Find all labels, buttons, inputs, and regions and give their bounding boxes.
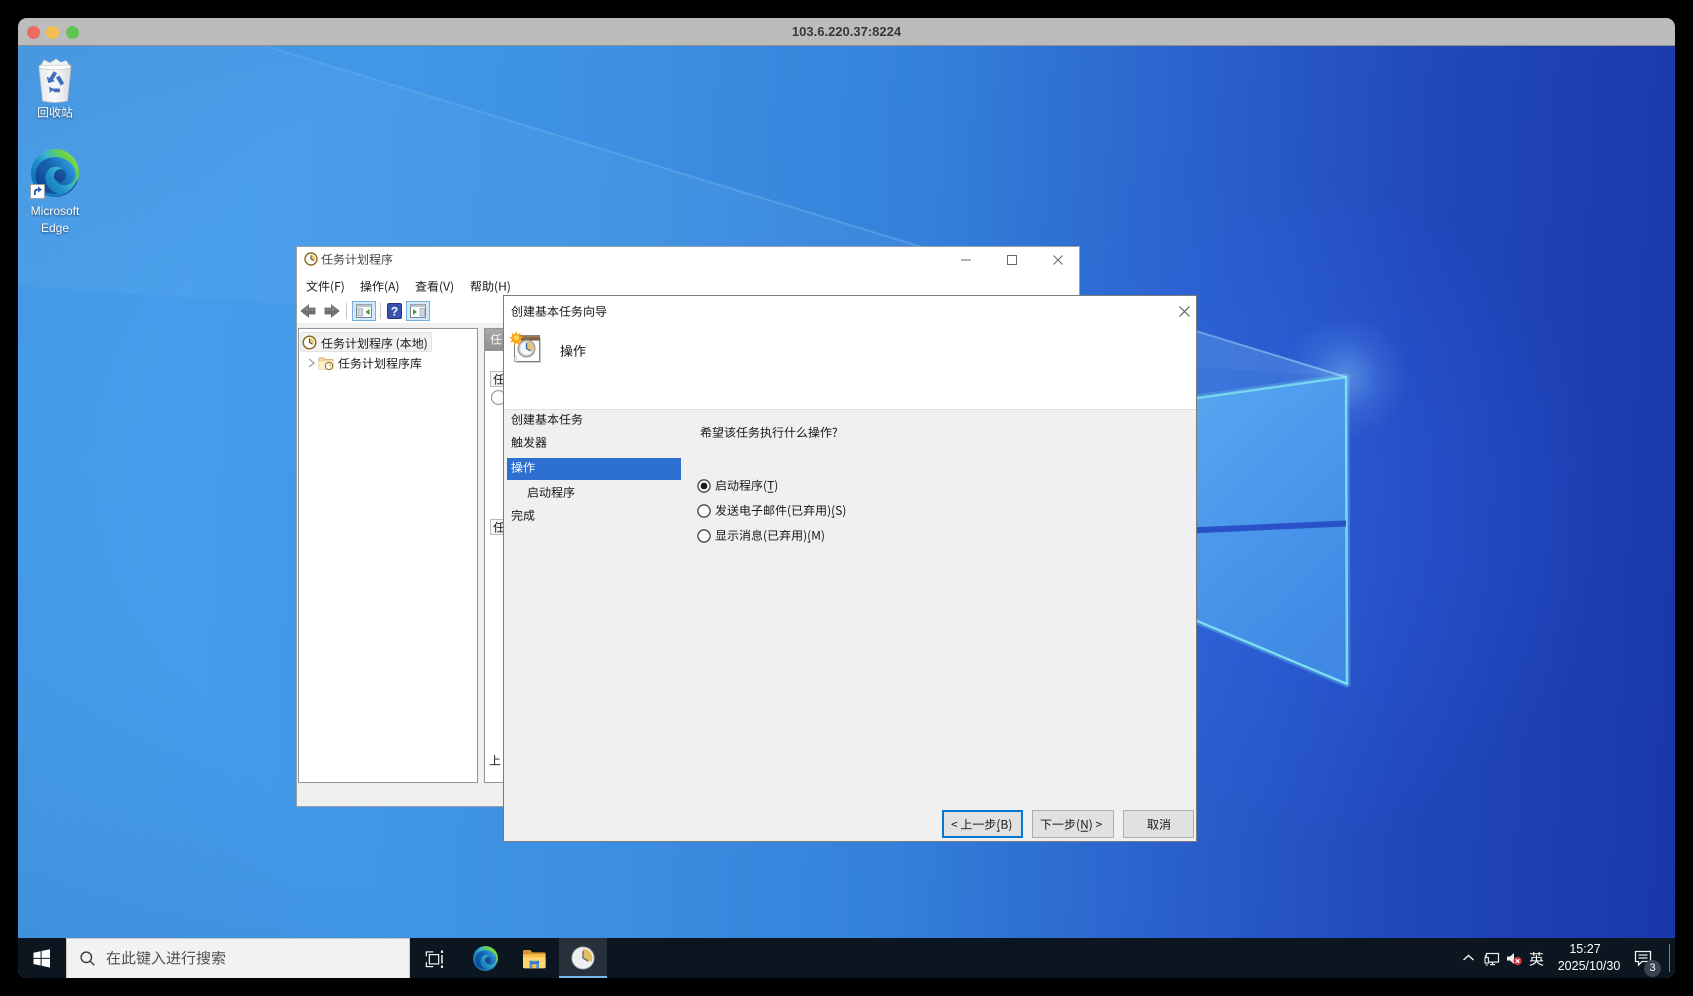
svg-text:?: ? <box>391 305 398 319</box>
